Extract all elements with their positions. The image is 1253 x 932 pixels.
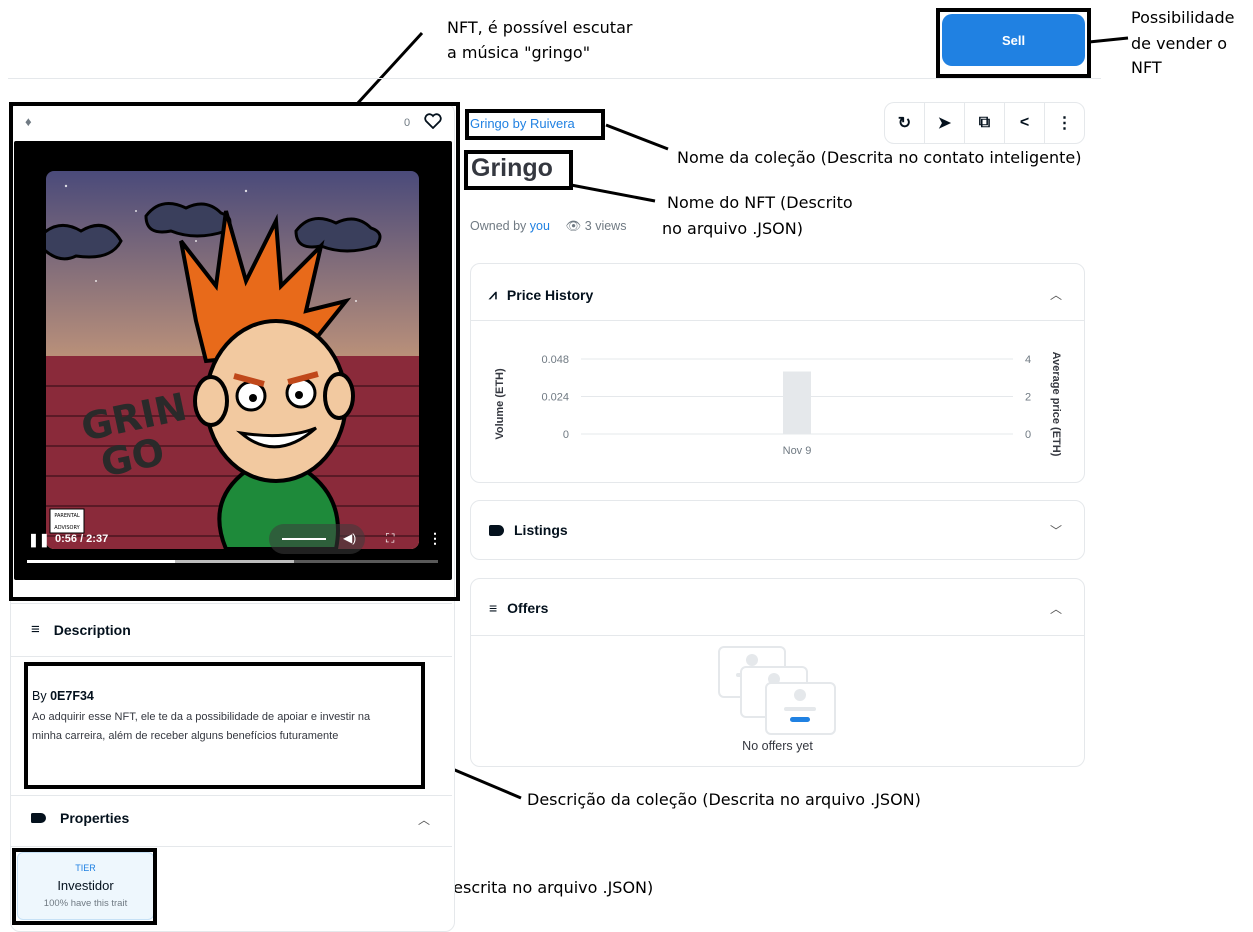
asset-toolbar: ↻ ➤ ⧉ < ⋮	[884, 102, 1085, 144]
y2-tick-label: 0	[1025, 429, 1031, 441]
chart-bars	[783, 371, 811, 434]
y-axis-label: Volume (ETH)	[494, 368, 506, 440]
more-icon[interactable]: ⋮	[1045, 103, 1084, 143]
divider	[11, 795, 452, 796]
y-tick-label: 0.024	[541, 392, 569, 404]
highlight-box-player	[9, 102, 460, 601]
highlight-box-properties	[12, 848, 157, 925]
y-tick-label: 0	[563, 429, 569, 441]
highlight-box-title	[464, 150, 573, 190]
offers-header[interactable]: ≡ Offers	[489, 600, 548, 616]
listings-title: Listings	[514, 522, 568, 538]
properties-title: Properties	[60, 810, 130, 826]
listings-header[interactable]: Listings	[489, 522, 568, 538]
divider	[11, 846, 452, 847]
price-history-panel: ⩘ Price History ︿ 0.048 4 0.024 2 0 0 Nov 9 Vo…	[470, 263, 1085, 483]
divider	[471, 635, 1084, 636]
ownership-line: Owned by you 👁 3 views	[470, 219, 626, 234]
divider	[11, 656, 452, 657]
highlight-box-collection	[465, 109, 605, 140]
price-chart: 0.048 4 0.024 2 0 0 Nov 9 Volume (ETH) Average…	[494, 352, 1062, 457]
listings-panel[interactable]: Listings ﹀	[470, 500, 1085, 560]
chevron-down-icon[interactable]: ﹀	[1050, 522, 1062, 539]
views-count: 3 views	[584, 219, 627, 233]
properties-header[interactable]: Properties	[31, 810, 129, 826]
divider	[11, 603, 452, 604]
owned-by-prefix: Owned by	[470, 219, 527, 233]
transfer-icon[interactable]: ➤	[925, 103, 965, 143]
chevron-up-icon[interactable]: ︿	[418, 811, 430, 828]
description-title: Description	[53, 621, 131, 638]
chevron-up-icon[interactable]: ︿	[1050, 600, 1062, 617]
header-divider	[8, 78, 1101, 79]
y2-tick-label: 4	[1025, 354, 1031, 366]
highlight-box-description	[24, 662, 425, 789]
no-offers-text: No offers yet	[742, 739, 813, 753]
empty-offers-illustration	[718, 646, 836, 735]
y2-axis-label: Average price (ETH)	[1050, 352, 1062, 457]
offers-title: Offers	[507, 600, 549, 616]
sell-button[interactable]: Sell	[942, 14, 1085, 66]
tag-icon	[489, 524, 504, 536]
refresh-icon[interactable]: ↻	[885, 103, 925, 143]
description-icon: ≡	[31, 621, 40, 638]
y-tick-label: 0.048	[541, 354, 569, 366]
y2-tick-label: 2	[1025, 392, 1031, 404]
eye-icon: 👁	[565, 219, 582, 233]
volume-bar	[783, 371, 811, 434]
owner-link[interactable]: you	[530, 219, 550, 233]
open-external-icon[interactable]: ⧉	[965, 103, 1005, 143]
offers-panel: ≡ Offers ︿ No offers yet	[470, 578, 1085, 767]
description-header[interactable]: ≡ Description	[31, 621, 131, 638]
x-tick-label: Nov 9	[783, 445, 812, 457]
list-icon: ≡	[489, 600, 498, 616]
share-icon[interactable]: <	[1005, 103, 1045, 143]
tag-icon	[31, 813, 46, 823]
